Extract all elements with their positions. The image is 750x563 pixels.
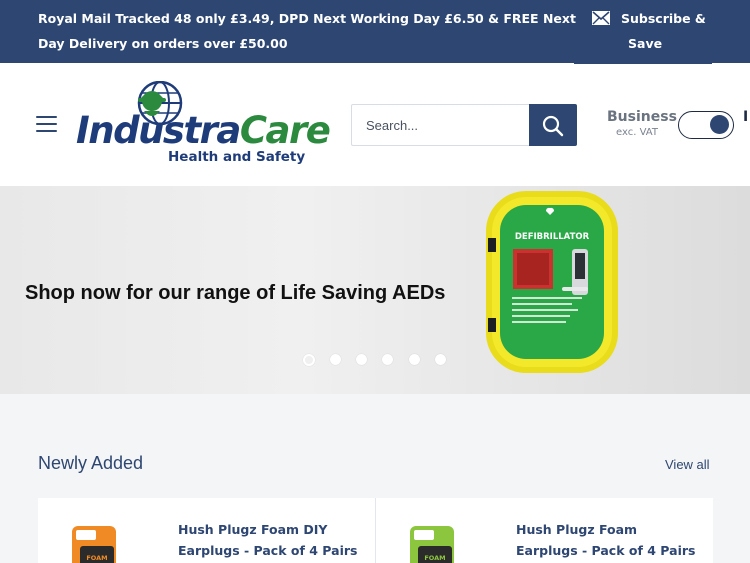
search-input[interactable] [351, 104, 530, 146]
announcement-text: Royal Mail Tracked 48 only £3.49, DPD Ne… [38, 11, 576, 51]
logo-part-2: Care [239, 109, 331, 152]
logo-wordmark: IndustraCare [76, 109, 331, 152]
product-image: FOAM [72, 526, 116, 563]
logo-part-1: Industra [76, 109, 241, 152]
slider-dot-3[interactable] [356, 354, 367, 365]
menu-icon[interactable] [36, 116, 57, 132]
slider-dot-5[interactable] [409, 354, 420, 365]
search-button[interactable] [529, 104, 577, 146]
subscribe-label: Subscribe & [621, 11, 706, 26]
aed-label: DEFIBRILLATOR [515, 232, 590, 242]
toggle-knob [710, 115, 729, 134]
aed-cabinet-image: DEFIBRILLATOR [486, 191, 618, 373]
product-title[interactable]: Hush Plugz Foam DIY Earplugs - Pack of 4… [178, 519, 358, 561]
slider-dot-2[interactable] [330, 354, 341, 365]
inc-vat-label: I [743, 109, 749, 125]
product-box-label: FOAM [86, 554, 107, 562]
slider-dot-6[interactable] [435, 354, 446, 365]
product-image: FOAM [410, 526, 454, 563]
announcement-bar: Royal Mail Tracked 48 only £3.49, DPD Ne… [0, 0, 750, 63]
hero-banner[interactable]: Shop now for our range of Life Saving AE… [0, 186, 750, 394]
site-header: IndustraCare Health and Safety Business … [0, 63, 750, 186]
mail-icon [592, 11, 610, 25]
vat-label: exc. VAT [616, 127, 658, 138]
slider-dot-1[interactable] [303, 354, 315, 366]
search-icon [542, 115, 564, 137]
logo-tagline: Health and Safety [168, 149, 306, 165]
view-all-link[interactable]: View all [665, 457, 710, 472]
product-card[interactable]: FOAM Hush Plugz Foam Earplugs - Pack of … [376, 498, 713, 563]
section-title: Newly Added [38, 453, 144, 473]
product-box-label: FOAM [424, 554, 445, 562]
hero-headline: Shop now for our range of Life Saving AE… [25, 282, 446, 304]
slider-dot-4[interactable] [382, 354, 393, 365]
business-label: Business [607, 109, 677, 125]
product-title[interactable]: Hush Plugz Foam Earplugs - Pack of 4 Pai… [516, 519, 696, 561]
header-divider [574, 63, 712, 64]
vat-toggle[interactable] [678, 111, 734, 139]
site-logo[interactable]: IndustraCare Health and Safety [76, 81, 331, 169]
subscribe-label-2: Save [628, 36, 663, 51]
product-card[interactable]: FOAM Hush Plugz Foam DIY Earplugs - Pack… [38, 498, 375, 563]
